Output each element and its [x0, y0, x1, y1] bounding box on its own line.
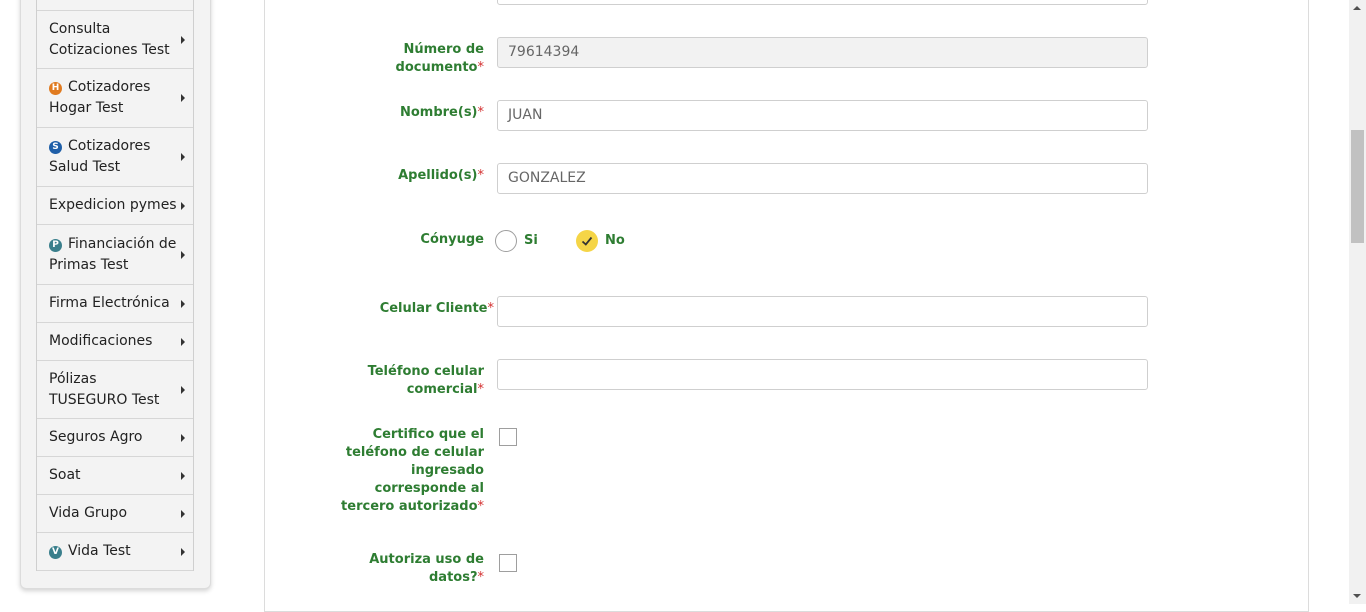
telefono-comercial-input[interactable] [497, 359, 1148, 390]
sidebar-item-label: Vida Grupo [49, 505, 128, 521]
certifico-line: Certifico que el [372, 427, 484, 442]
sidebar-item-content: H Cotizadores Hogar Test [49, 77, 177, 119]
apellidos-input[interactable]: GONZALEZ [497, 163, 1148, 194]
caret-right-icon [181, 385, 185, 394]
sidebar-item-partial[interactable] [37, 0, 193, 11]
caret-right-icon [181, 299, 185, 308]
nombres-label-text: Nombre(s) [399, 105, 478, 120]
sidebar-item-cotizadores-hogar[interactable]: H Cotizadores Hogar Test [37, 69, 193, 128]
caret-right-icon [181, 509, 185, 518]
sidebar-item-label: Vida Test [68, 543, 131, 559]
financiacion-icon: P [49, 238, 62, 252]
previous-field-input[interactable] [497, 0, 1148, 5]
sidebar-item-label: Pólizas TUSEGURO Test [49, 370, 160, 408]
sidebar-item-label: Seguros Agro [49, 429, 143, 445]
required-mark: * [477, 570, 485, 585]
sidebar-item-expedicion-pymes[interactable]: Expedicion pymes [37, 187, 193, 225]
caret-right-icon [181, 201, 185, 210]
celular-cliente-label-text: Celular Cliente [379, 301, 488, 316]
sidebar-item-soat[interactable]: Soat [37, 457, 193, 495]
caret-right-icon [181, 35, 185, 44]
caret-right-icon [181, 94, 185, 102]
sidebar-item-label: Soat [49, 467, 81, 483]
sidebar-item-cotizadores-salud[interactable]: S Cotizadores Salud Test [37, 128, 193, 187]
certifico-line: ingresado [411, 463, 484, 478]
sidebar-item-label: Firma Electrónica [49, 295, 170, 311]
check-icon [581, 236, 593, 246]
celular-cliente-label: Celular Cliente* [380, 300, 494, 318]
telefono-comercial-label-line1: Teléfono celular [367, 364, 484, 379]
caret-right-icon [181, 433, 185, 442]
caret-right-icon [181, 471, 185, 480]
sidebar-item-label: Cotizadores Hogar Test [49, 79, 151, 116]
caret-right-icon [181, 547, 185, 556]
sidebar-item-vida-grupo[interactable]: Vida Grupo [37, 495, 193, 533]
autoriza-checkbox[interactable] [499, 554, 517, 572]
caret-right-icon [181, 250, 185, 259]
telefono-comercial-label-line2: comercial [406, 382, 478, 397]
sidebar-item-consulta-cotizaciones[interactable]: Consulta Cotizaciones Test [37, 11, 193, 69]
hogar-icon: H [49, 82, 62, 95]
documento-label-line1: Número de [403, 42, 485, 57]
sidebar-item-label: Consulta Cotizaciones Test [49, 20, 170, 58]
required-mark: * [477, 60, 485, 75]
certifico-line: corresponde al [374, 481, 484, 496]
sidebar-item-label: Expedicion pymes [49, 197, 177, 213]
caret-right-icon [181, 153, 185, 161]
autoriza-label: Autoriza uso de datos?* [369, 551, 484, 587]
sidebar-item-content: P Financiación de Primas Test [49, 234, 177, 276]
celular-cliente-input[interactable] [497, 296, 1148, 327]
scroll-up-icon[interactable] [1353, 6, 1361, 10]
sidebar-menu: Consulta Cotizaciones Test H Cotizadores … [36, 0, 194, 571]
autoriza-line: Autoriza uso de [369, 552, 484, 567]
documento-label-line2: documento [395, 60, 478, 75]
required-mark: * [477, 168, 485, 183]
certifico-line: tercero autorizado [341, 499, 478, 514]
conyuge-si-radio[interactable] [495, 230, 517, 252]
certifico-line: teléfono de celular [345, 445, 484, 460]
required-mark: * [477, 382, 485, 397]
conyuge-label: Cónyuge [420, 232, 484, 247]
sidebar-item-label: Financiación de Primas Test [49, 235, 177, 273]
nombres-label: Nombre(s)* [400, 104, 484, 122]
required-mark: * [477, 105, 485, 120]
conyuge-si-label: Si [524, 233, 538, 248]
scroll-down-icon[interactable] [1353, 594, 1361, 598]
conyuge-no-label: No [605, 233, 625, 248]
certifico-checkbox[interactable] [499, 428, 517, 446]
apellidos-label-text: Apellido(s) [398, 168, 478, 183]
sidebar-item-content: S Cotizadores Salud Test [49, 136, 177, 178]
telefono-comercial-label: Teléfono celular comercial* [368, 363, 484, 399]
sidebar-item-label: Cotizadores Salud Test [49, 138, 151, 175]
sidebar-item-polizas-tuseguro[interactable]: Pólizas TUSEGURO Test [37, 361, 193, 419]
scroll-thumb[interactable] [1351, 130, 1364, 243]
certifico-label: Certifico que el teléfono de celular ing… [341, 426, 484, 516]
conyuge-no-radio[interactable] [576, 230, 598, 252]
documento-label: Número de documento* [396, 41, 484, 77]
salud-icon: S [49, 141, 62, 154]
sidebar-item-vida-test[interactable]: V Vida Test [37, 533, 193, 571]
page-scrollbar[interactable] [1349, 0, 1366, 604]
sidebar-item-financiacion-primas[interactable]: P Financiación de Primas Test [37, 225, 193, 285]
sidebar-item-firma-electronica[interactable]: Firma Electrónica [37, 285, 193, 323]
nombres-input[interactable]: JUAN [497, 100, 1148, 131]
documento-input[interactable]: 79614394 [497, 37, 1148, 68]
sidebar-item-content: V Vida Test [49, 541, 131, 562]
required-mark: * [477, 499, 485, 514]
sidebar-item-modificaciones[interactable]: Modificaciones [37, 323, 193, 361]
autoriza-line: datos? [428, 570, 478, 585]
vida-icon: V [49, 546, 62, 559]
sidebar-item-label: Modificaciones [49, 333, 153, 349]
sidebar-item-seguros-agro[interactable]: Seguros Agro [37, 419, 193, 457]
apellidos-label: Apellido(s)* [398, 167, 484, 185]
required-mark: * [487, 301, 495, 316]
caret-right-icon [181, 337, 185, 346]
